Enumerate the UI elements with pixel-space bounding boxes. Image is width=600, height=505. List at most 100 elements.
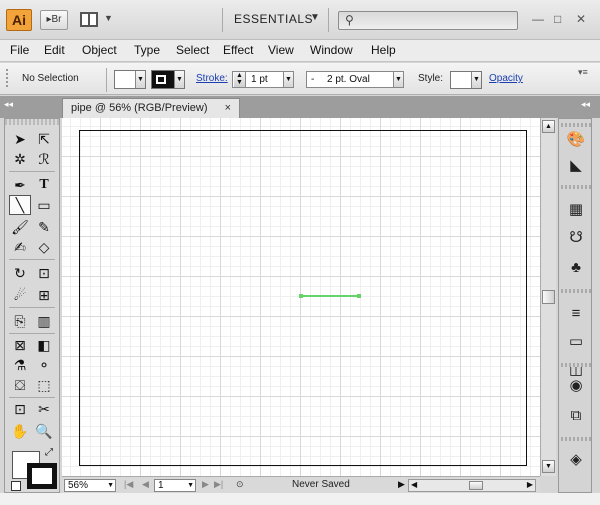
panel-grip[interactable] bbox=[561, 437, 591, 441]
first-artboard-icon[interactable]: |◀ bbox=[124, 479, 133, 490]
graphic-styles-panel-icon[interactable]: ⧉ bbox=[564, 405, 588, 427]
zoom-level-dropdown[interactable]: 56% ▼ bbox=[64, 479, 116, 492]
pencil-tool-icon[interactable]: ✎ bbox=[33, 217, 55, 237]
panel-menu-icon[interactable]: ▾≡ bbox=[578, 67, 588, 78]
warp-tool-icon[interactable]: ☄ bbox=[9, 285, 31, 305]
close-window-button[interactable]: ✕ bbox=[576, 12, 586, 26]
document-tab[interactable]: pipe @ 56% (RGB/Preview) × bbox=[62, 98, 240, 118]
scroll-thumb[interactable] bbox=[469, 481, 483, 490]
next-artboard-icon[interactable]: ▶ bbox=[202, 479, 209, 490]
arrange-documents-button[interactable]: ▼ bbox=[80, 11, 116, 29]
scroll-right-icon[interactable]: ▶ bbox=[527, 480, 533, 489]
fill-color-dropdown[interactable]: ▼ bbox=[114, 70, 146, 89]
lasso-tool-icon[interactable]: ℛ bbox=[33, 149, 55, 169]
column-graph-tool-icon[interactable]: ▥ bbox=[33, 311, 55, 331]
vertical-scrollbar[interactable]: ▲ ▼ bbox=[540, 118, 556, 476]
previous-artboard-icon[interactable]: ◀ bbox=[142, 479, 149, 490]
anchor-point[interactable] bbox=[357, 294, 361, 298]
menu-file[interactable]: File bbox=[10, 43, 29, 57]
layers-panel-icon[interactable]: ◈ bbox=[564, 449, 588, 471]
menu-effect[interactable]: Effect bbox=[223, 43, 253, 57]
rectangle-tool-icon[interactable]: ▭ bbox=[33, 195, 55, 215]
search-input[interactable]: ⚲ bbox=[338, 11, 518, 30]
gradient-panel-icon[interactable]: ▭ bbox=[564, 331, 588, 353]
magic-wand-tool-icon[interactable]: ✲ bbox=[9, 149, 31, 169]
scroll-left-icon[interactable]: ◀ bbox=[411, 480, 417, 489]
artboard[interactable] bbox=[79, 130, 527, 466]
workspace-switcher[interactable]: ESSENTIALS bbox=[234, 12, 313, 26]
type-tool-icon[interactable]: T bbox=[33, 175, 55, 195]
menu-help[interactable]: Help bbox=[371, 43, 396, 57]
menu-object[interactable]: Object bbox=[82, 43, 117, 57]
close-icon[interactable]: × bbox=[225, 99, 231, 117]
horizontal-scrollbar[interactable]: ◀ ▶ bbox=[408, 479, 536, 492]
collapse-panels-icon[interactable]: ◂◂ bbox=[581, 99, 590, 110]
scroll-up-icon[interactable]: ▲ bbox=[542, 120, 555, 133]
stroke-weight-field[interactable]: ▲ ▼ 1 pt ▼ bbox=[232, 71, 294, 88]
rotate-tool-icon[interactable]: ↻ bbox=[9, 263, 31, 283]
color-guide-panel-icon[interactable]: ◣ bbox=[564, 155, 588, 177]
color-panel-icon[interactable]: 🎨 bbox=[564, 129, 588, 151]
pen-tool-icon[interactable]: ✒ bbox=[9, 175, 31, 195]
scale-tool-icon[interactable]: ⊡ bbox=[33, 263, 55, 283]
line-path[interactable] bbox=[301, 295, 359, 297]
selection-tool-icon[interactable]: ➤ bbox=[9, 129, 31, 149]
menu-select[interactable]: Select bbox=[176, 43, 209, 57]
artboard-status-icon[interactable]: ⊙ bbox=[236, 479, 244, 490]
menu-window[interactable]: Window bbox=[310, 43, 353, 57]
opacity-panel-link[interactable]: Opacity bbox=[489, 73, 523, 84]
live-paint-bucket-tool-icon[interactable]: ⛋ bbox=[9, 375, 31, 395]
status-menu-icon[interactable]: ▶ bbox=[398, 479, 405, 490]
panel-grip[interactable] bbox=[561, 289, 591, 293]
gradient-tool-icon[interactable]: ◧ bbox=[33, 335, 55, 355]
menu-type[interactable]: Type bbox=[134, 43, 160, 57]
menu-view[interactable]: View bbox=[268, 43, 294, 57]
stroke-panel-link[interactable]: Stroke: bbox=[196, 73, 228, 84]
direct-selection-tool-icon[interactable]: ⇱ bbox=[33, 129, 55, 149]
blend-tool-icon[interactable]: ⚬ bbox=[33, 355, 55, 375]
symbol-sprayer-tool-icon[interactable]: ⎘ bbox=[9, 311, 31, 331]
artboard-number-field[interactable]: 1 ▼ bbox=[154, 479, 196, 492]
free-transform-tool-icon[interactable]: ⊞ bbox=[33, 285, 55, 305]
swap-fill-stroke-icon[interactable]: ⤢ bbox=[45, 447, 53, 458]
appearance-panel-icon[interactable]: ◉ bbox=[564, 375, 588, 397]
hand-tool-icon[interactable]: ✋ bbox=[9, 421, 31, 441]
brushes-panel-icon[interactable]: ☋ bbox=[564, 227, 588, 249]
default-fill-stroke-icon[interactable] bbox=[11, 481, 21, 491]
eyedropper-tool-icon[interactable]: ⚗ bbox=[9, 355, 31, 375]
symbols-panel-icon[interactable]: ♣ bbox=[564, 257, 588, 279]
artboard-tool-icon[interactable]: ⊡ bbox=[9, 399, 31, 419]
line-segment-tool-icon[interactable]: ╲ bbox=[9, 195, 31, 215]
swatches-panel-icon[interactable]: ▦ bbox=[564, 199, 588, 221]
mesh-tool-icon[interactable]: ⊠ bbox=[9, 335, 31, 355]
zoom-tool-icon[interactable]: 🔍 bbox=[33, 421, 55, 441]
panel-grip[interactable] bbox=[561, 363, 591, 367]
panel-grip[interactable] bbox=[5, 119, 59, 125]
panel-grip[interactable] bbox=[561, 123, 591, 127]
chevron-down-icon[interactable]: ▼ bbox=[283, 72, 293, 87]
menu-edit[interactable]: Edit bbox=[44, 43, 65, 57]
stroke-color-dropdown[interactable]: ▼ bbox=[151, 70, 185, 89]
blob-brush-tool-icon[interactable]: ✍ bbox=[9, 237, 31, 257]
maximize-button[interactable]: □ bbox=[554, 12, 561, 26]
last-artboard-icon[interactable]: ▶| bbox=[214, 479, 223, 490]
paintbrush-tool-icon[interactable]: 🖌 bbox=[9, 217, 31, 237]
bridge-button[interactable]: ▸Br bbox=[40, 10, 68, 30]
chevron-down-icon[interactable]: ▼ bbox=[310, 12, 320, 23]
stroke-color-swatch[interactable] bbox=[27, 463, 57, 489]
graphic-style-dropdown[interactable]: ▼ bbox=[450, 71, 482, 89]
panel-grip[interactable] bbox=[6, 69, 8, 89]
eraser-tool-icon[interactable]: ◇ bbox=[33, 237, 55, 257]
canvas[interactable] bbox=[62, 118, 540, 476]
slice-tool-icon[interactable]: ✂ bbox=[33, 399, 55, 419]
minimize-button[interactable]: — bbox=[532, 12, 544, 26]
stroke-panel-icon[interactable]: ≡ bbox=[564, 303, 588, 325]
live-paint-selection-tool-icon[interactable]: ⬚ bbox=[33, 375, 55, 395]
scroll-down-icon[interactable]: ▼ bbox=[542, 460, 555, 473]
anchor-point[interactable] bbox=[299, 294, 303, 298]
collapse-tools-icon[interactable]: ◂◂ bbox=[4, 99, 13, 110]
stroke-weight-stepper[interactable]: ▲ ▼ bbox=[234, 72, 246, 87]
scroll-thumb[interactable] bbox=[542, 290, 555, 304]
brush-definition-dropdown[interactable]: - 2 pt. Oval ▼ bbox=[306, 71, 404, 88]
panel-grip[interactable] bbox=[561, 185, 591, 189]
